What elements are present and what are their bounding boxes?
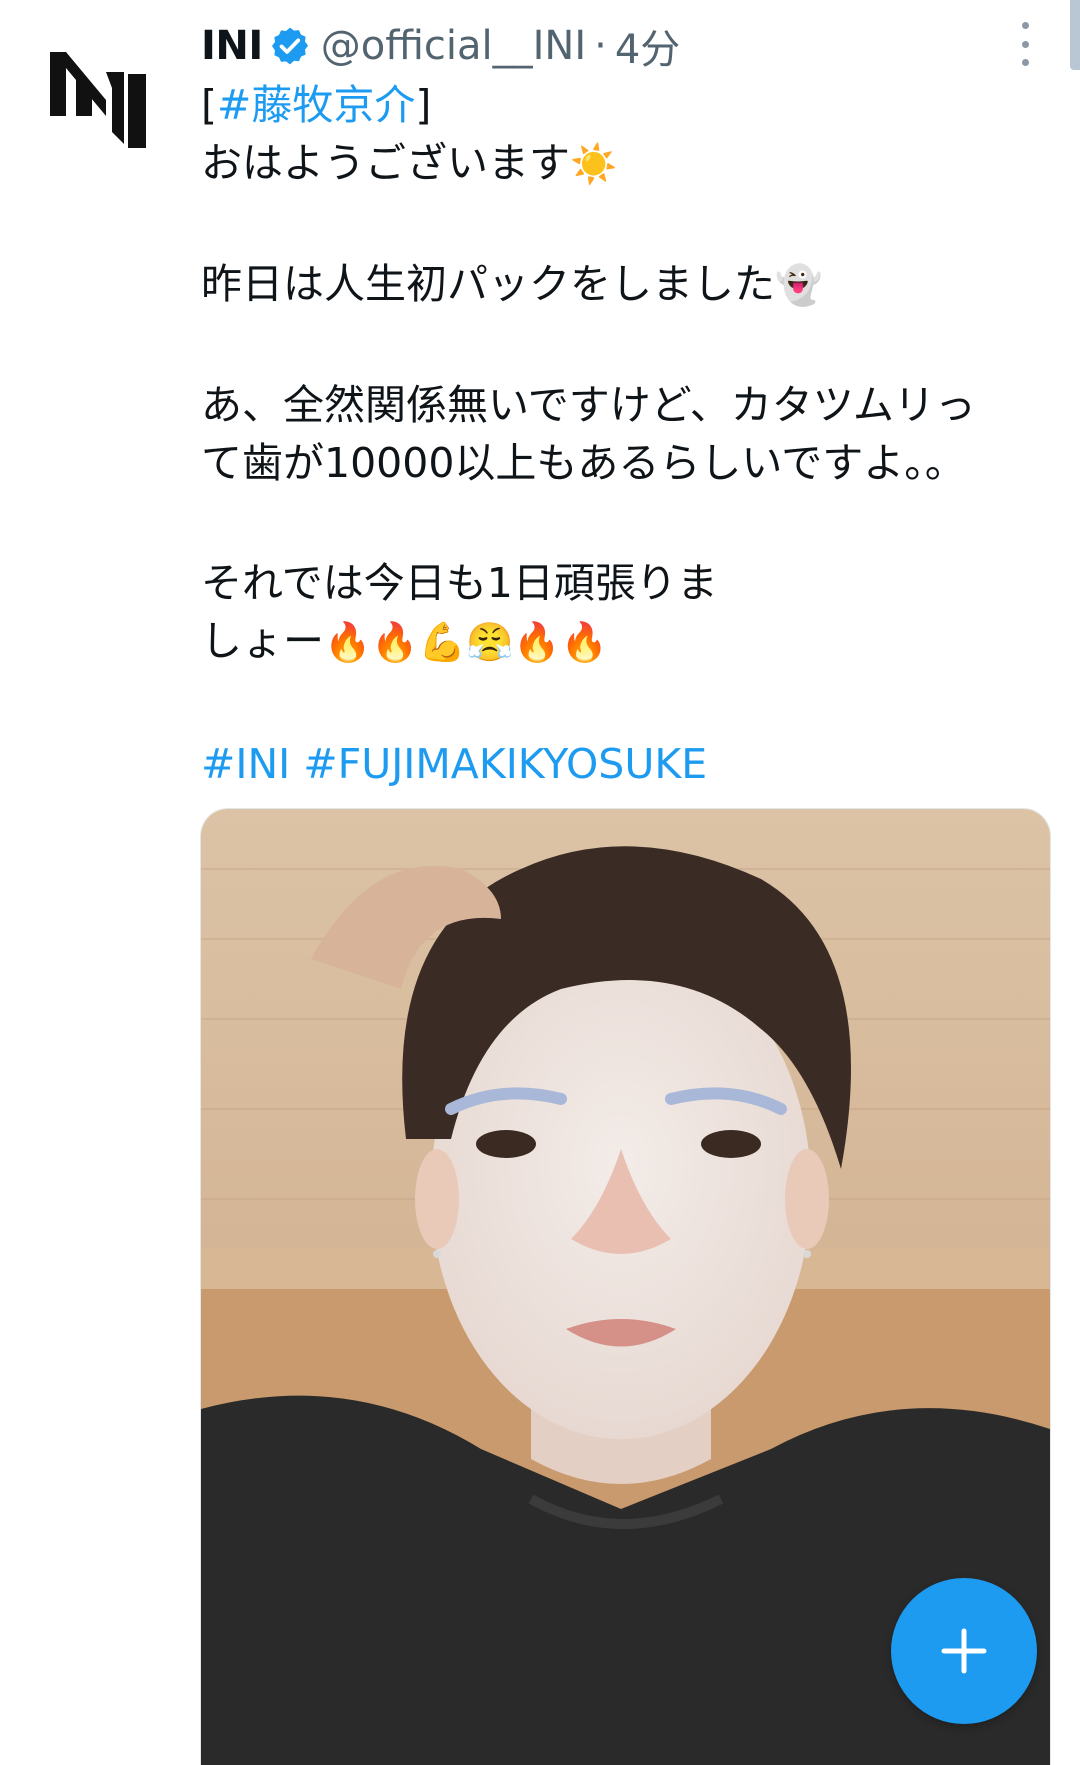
fire-emoji: 🔥 bbox=[324, 620, 372, 664]
plus-icon bbox=[941, 1628, 987, 1674]
tweet-line-7: しょー🔥🔥💪😤🔥🔥 bbox=[201, 617, 608, 665]
tweet-text: [#藤牧京介] おはようございます☀️ 昨日は人生初パックをしました👻 あ、全然… bbox=[201, 76, 1051, 670]
scrollbar[interactable] bbox=[1070, 0, 1080, 70]
separator-dot: · bbox=[594, 23, 607, 69]
display-name[interactable]: INI bbox=[201, 23, 263, 69]
verified-badge-icon bbox=[269, 25, 311, 67]
fire-emoji: 🔥 bbox=[513, 620, 561, 664]
sun-emoji: ☀️ bbox=[570, 142, 618, 186]
fire-emoji: 🔥 bbox=[371, 620, 419, 664]
hashtag-ini[interactable]: #INI bbox=[201, 740, 290, 788]
ini-logo-icon bbox=[50, 52, 146, 148]
tweet-line-5: て歯が10000以上もあるらしいですよ。。 bbox=[201, 439, 966, 487]
compose-tweet-button[interactable] bbox=[891, 1578, 1037, 1724]
hashtag-row: #INI #FUJIMAKIKYOSUKE bbox=[201, 735, 707, 793]
flexed-biceps-emoji: 💪 bbox=[418, 620, 466, 664]
avatar[interactable] bbox=[46, 44, 152, 150]
tweet-line-3: 昨日は人生初パックをしました👻 bbox=[201, 260, 823, 308]
timestamp[interactable]: 4分 bbox=[615, 17, 680, 75]
user-handle[interactable]: @official__INI bbox=[321, 23, 586, 69]
fire-emoji: 🔥 bbox=[560, 620, 608, 664]
tweet-line-1: [#藤牧京介] bbox=[201, 81, 432, 129]
tweet-screen: INI @official__INI · 4分 [#藤牧京介] おはようございま… bbox=[0, 0, 1080, 1765]
triumph-face-emoji: 😤 bbox=[465, 620, 514, 664]
tweet-line-2: おはようございます☀️ bbox=[201, 139, 618, 187]
hashtag-fujimakikyosuke[interactable]: #FUJIMAKIKYOSUKE bbox=[303, 740, 707, 788]
tweet-header: INI @official__INI · 4分 bbox=[201, 18, 680, 74]
tweet-line-4: あ、全然関係無いですけど、カタツムリっ bbox=[201, 381, 976, 429]
ghost-emoji: 👻 bbox=[775, 263, 823, 307]
hashtag-link[interactable]: #藤牧京介 bbox=[217, 81, 415, 129]
tweet-line-6: それでは今日も1日頑張りま bbox=[201, 559, 718, 607]
more-options-icon[interactable] bbox=[1010, 22, 1040, 66]
